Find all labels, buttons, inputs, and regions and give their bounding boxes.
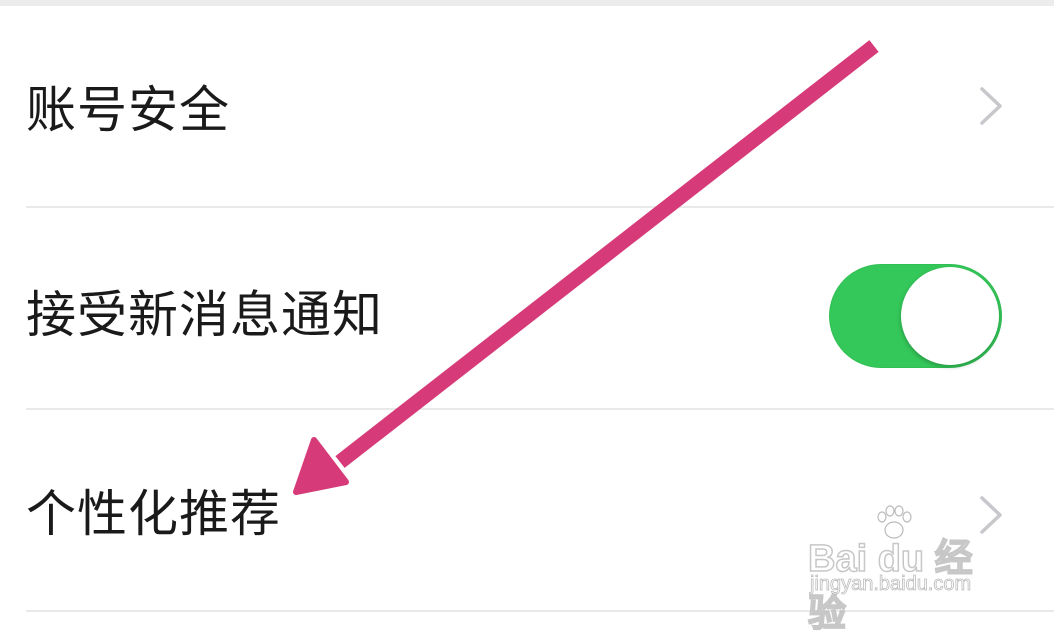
divider xyxy=(26,610,1054,612)
row-label-new-message-notification: 接受新消息通知 xyxy=(26,286,383,344)
toggle-knob xyxy=(901,267,999,365)
row-label-personalized-recommendation: 个性化推荐 xyxy=(26,485,281,543)
notification-toggle[interactable] xyxy=(829,264,1002,368)
row-label-account-security: 账号安全 xyxy=(26,81,230,139)
settings-row-new-message-notification: 接受新消息通知 xyxy=(0,208,1054,408)
settings-row-personalized-recommendation[interactable]: 个性化推荐 xyxy=(0,410,1054,610)
settings-row-account-security[interactable]: 账号安全 xyxy=(0,6,1054,206)
chevron-right-icon xyxy=(980,496,1002,534)
chevron-right-icon xyxy=(980,87,1002,125)
